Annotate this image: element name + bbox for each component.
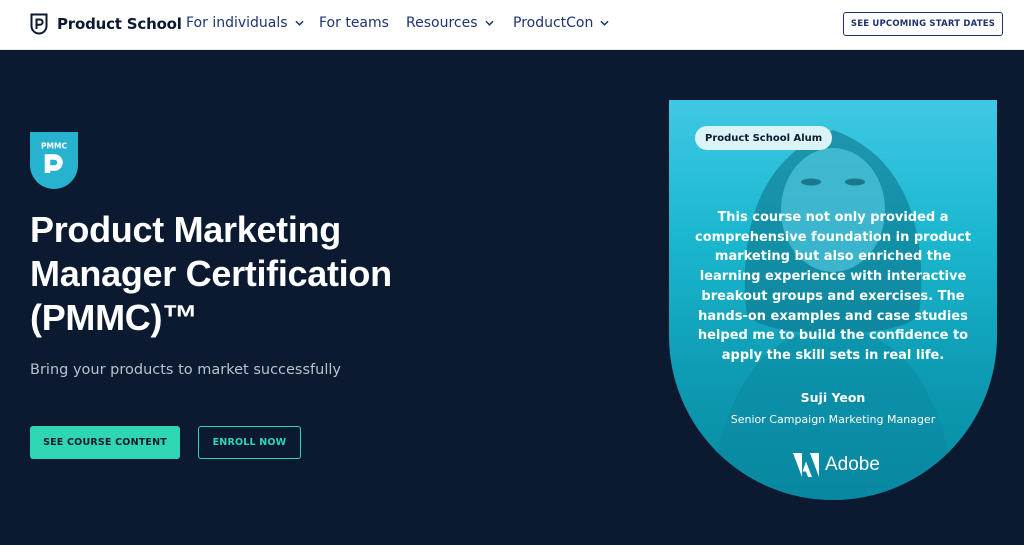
testimonial-card: Product School Alum This course not only… [669, 100, 997, 500]
pmmc-badge-icon: PMMC [30, 132, 78, 189]
testimonial-role: Senior Campaign Marketing Manager [730, 413, 936, 426]
nav-item-resources[interactable]: Resources [406, 15, 494, 31]
nav-item-productcon[interactable]: ProductCon [513, 15, 609, 31]
page-title: Product Marketing Manager Certification … [30, 209, 392, 338]
see-upcoming-start-dates-button[interactable]: SEE UPCOMING START DATES [843, 12, 1003, 36]
testimonial-quote: This course not only provided a comprehe… [695, 210, 971, 363]
pmmc-badge: PMMC [30, 132, 78, 189]
adobe-logo-icon [793, 453, 819, 477]
pmmc-badge-text: PMMC [41, 142, 67, 151]
brand-logo[interactable]: Product School [30, 12, 182, 36]
alum-tag: Product School Alum [695, 126, 833, 150]
nav-item-label: ProductCon [513, 15, 594, 31]
nav-item-label: For individuals [186, 15, 288, 31]
chevron-down-icon [294, 20, 304, 26]
nav-item-label: Resources [406, 15, 478, 31]
chevron-down-icon [600, 20, 609, 26]
enroll-now-button[interactable]: ENROLL NOW [198, 426, 301, 459]
product-school-logo-icon [30, 13, 48, 35]
testimonial-author: Suji Yeon [800, 390, 866, 405]
page-subtitle: Bring your products to market successful… [30, 362, 341, 378]
see-course-content-button[interactable]: SEE COURSE CONTENT [30, 426, 180, 459]
nav-item-label: For teams [319, 15, 389, 31]
chevron-down-icon [484, 20, 494, 26]
company-logo: Adobe [793, 451, 880, 479]
nav-item-for-individuals[interactable]: For individuals [186, 15, 304, 31]
nav-item-for-teams[interactable]: For teams [319, 15, 389, 31]
brand-name: Product School [57, 15, 182, 33]
top-navigation: Product School For individuals For teams… [0, 0, 1024, 50]
company-name: Adobe [825, 454, 880, 475]
